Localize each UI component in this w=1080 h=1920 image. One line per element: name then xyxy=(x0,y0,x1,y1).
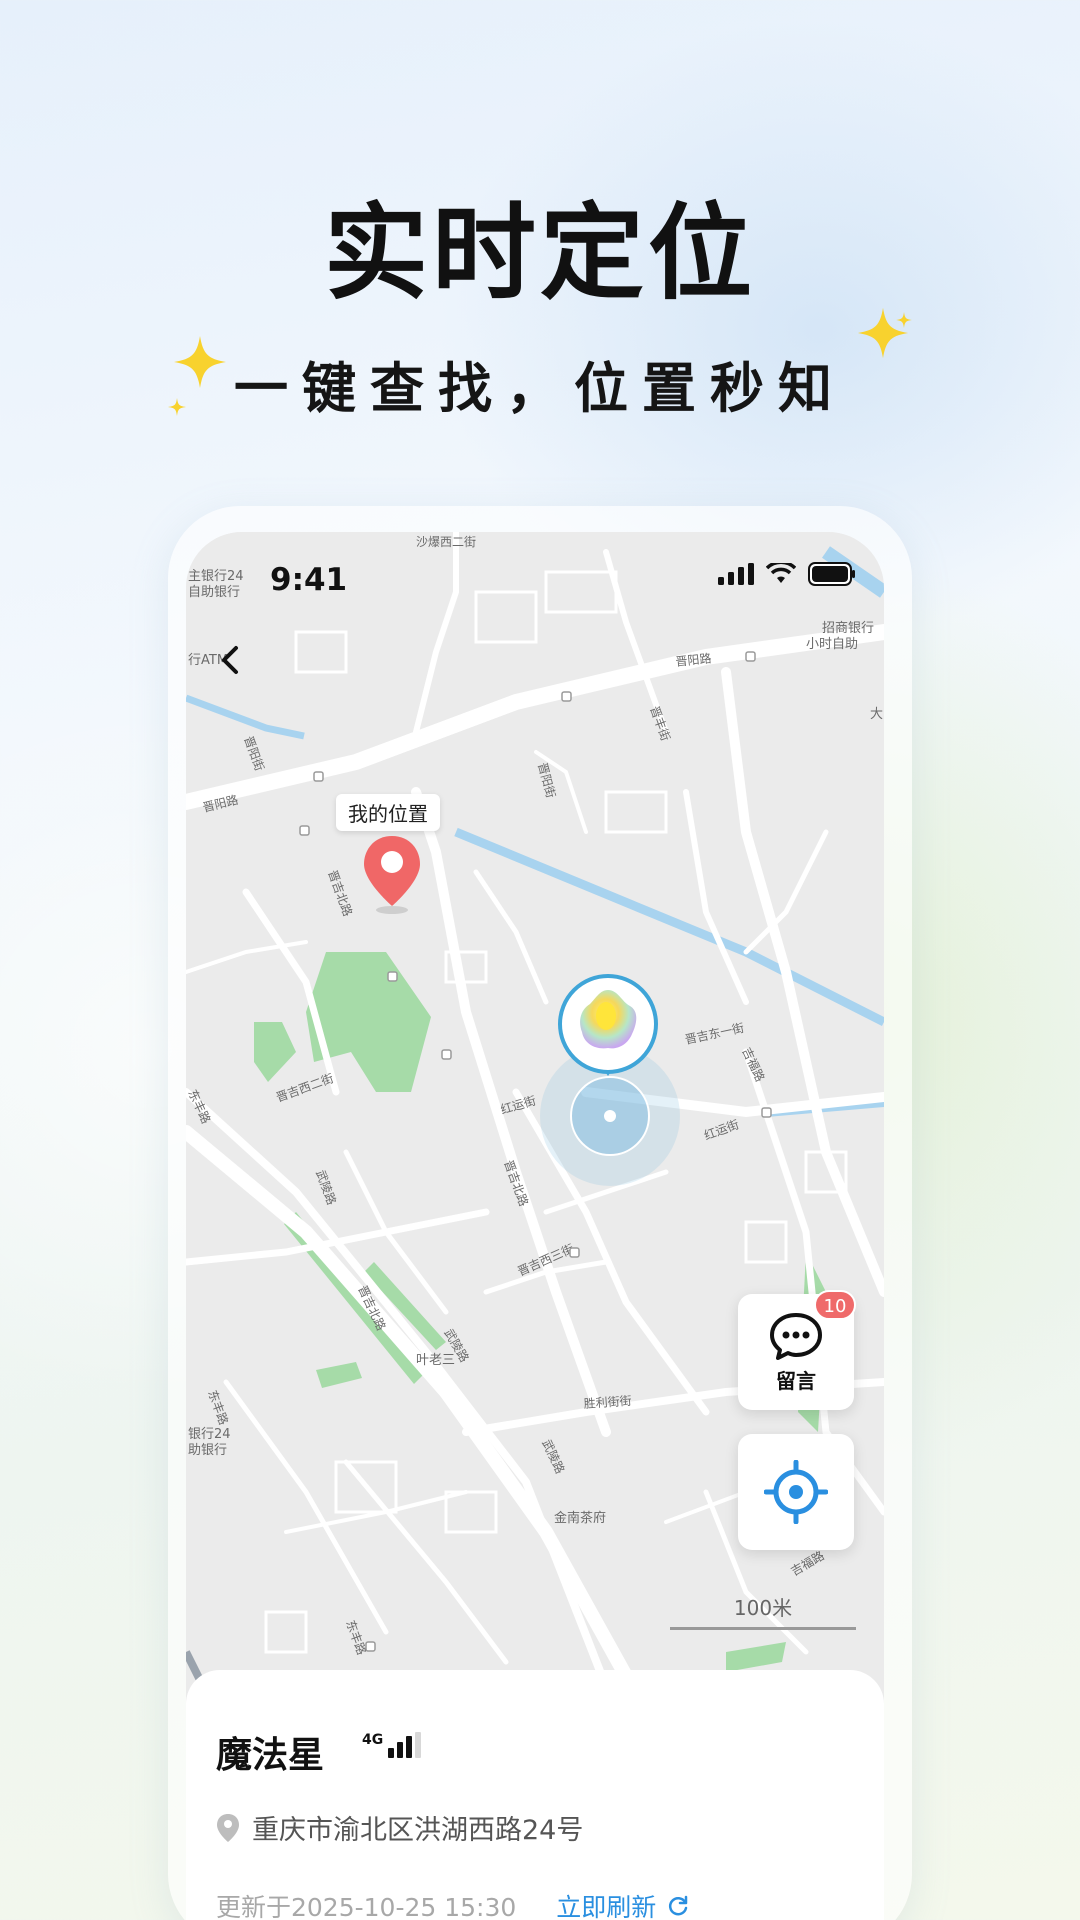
message-button[interactable]: 留言 10 xyxy=(738,1290,856,1410)
device-dot xyxy=(604,1110,616,1122)
wifi-icon xyxy=(766,563,796,583)
map-scale: 100米 xyxy=(670,1592,856,1630)
svg-text:大: 大 xyxy=(870,707,883,722)
svg-text:沙爆西二街: 沙爆西二街 xyxy=(416,535,476,549)
update-time: 更新于2025-10-25 15:30 xyxy=(216,1893,517,1920)
svg-text:小时自助: 小时自助 xyxy=(806,637,858,652)
network-signal-icon: 4G xyxy=(362,1732,422,1758)
scale-bar xyxy=(670,1627,856,1630)
hero-subtitle: 一键查找，位置秒知 xyxy=(234,357,846,420)
hero-title: 实时定位 xyxy=(323,192,756,314)
map-pin-icon[interactable] xyxy=(360,832,424,916)
svg-text:金南茶府: 金南茶府 xyxy=(554,1510,606,1526)
device-name: 魔法星 xyxy=(216,1735,325,1776)
signal-icon xyxy=(718,563,754,585)
svg-text:叶老三: 叶老三 xyxy=(416,1353,455,1368)
message-label: 留言 xyxy=(776,1368,816,1393)
message-badge: 10 xyxy=(814,1290,856,1320)
device-address: 重庆市渝北区洪湖西路24号 xyxy=(252,1815,584,1846)
address-row: 重庆市渝北区洪湖西路24号 xyxy=(216,1808,583,1847)
network-type: 4G xyxy=(362,1732,384,1748)
refresh-icon xyxy=(669,1895,688,1916)
svg-text:招商银行: 招商银行 xyxy=(822,621,874,636)
device-avatar-icon[interactable] xyxy=(552,972,664,1084)
phone-screen: 沙爆西二街 晋阳路 晋阳路 晋阳街 晋阳街 晋吉北路 晋吉西二街 晋吉东一街 红… xyxy=(186,532,884,1920)
svg-text:自助银行: 自助银行 xyxy=(188,585,240,600)
status-icons xyxy=(718,562,856,586)
svg-text:主银行24: 主银行24 xyxy=(188,569,244,584)
svg-text:助银行: 助银行 xyxy=(188,1443,227,1458)
device-info-sheet: 魔法星 4G 重庆市渝北区洪湖西路24号 更新于2025-10-25 15:30… xyxy=(186,1670,884,1920)
location-pin-icon xyxy=(217,1813,239,1842)
sparkle-icon xyxy=(174,336,226,388)
back-chevron-icon[interactable] xyxy=(212,640,252,680)
sparkle-icon xyxy=(896,312,912,328)
refresh-button[interactable]: 立即刷新 xyxy=(556,1888,690,1920)
status-time: 9:41 xyxy=(270,562,348,598)
scale-text: 100米 xyxy=(733,1596,793,1620)
my-location-label: 我的位置 xyxy=(336,794,440,831)
battery-icon xyxy=(808,562,855,586)
svg-text:银行24: 银行24 xyxy=(188,1427,231,1442)
crosshair-icon xyxy=(764,1460,828,1524)
locate-button[interactable] xyxy=(738,1434,854,1550)
refresh-label: 立即刷新 xyxy=(556,1893,657,1920)
sparkle-icon xyxy=(168,398,186,416)
update-row: 更新于2025-10-25 15:30 立即刷新 xyxy=(216,1888,690,1920)
chat-bubble-icon xyxy=(770,1312,822,1360)
